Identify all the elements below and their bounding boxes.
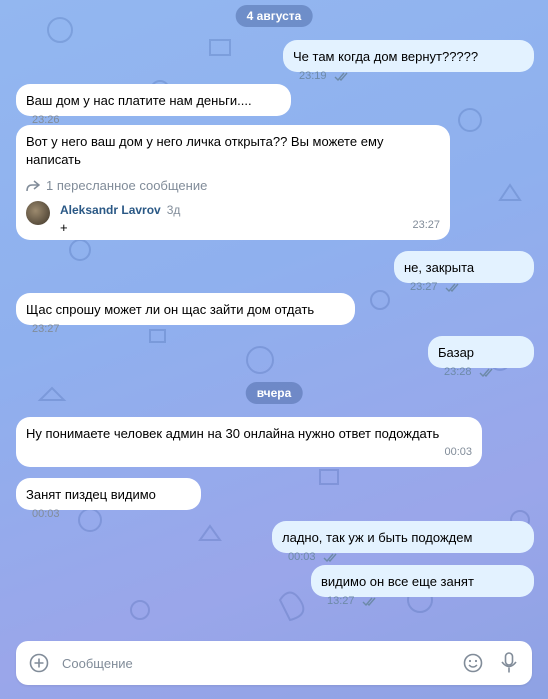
message-input[interactable] xyxy=(60,654,462,672)
message-text: Че там когда дом вернут????? xyxy=(293,49,479,64)
microphone-icon xyxy=(501,652,517,673)
forwarded-author[interactable]: Aleksandr Lavrov xyxy=(60,203,161,217)
forwarded-header[interactable]: 1 пересланное сообщение xyxy=(26,177,440,195)
message-time: 13:27 xyxy=(327,592,376,610)
forwarded-count: 1 пересланное сообщение xyxy=(46,178,208,193)
emoji-button[interactable] xyxy=(462,652,484,674)
forwarded-age: 3д xyxy=(166,203,181,217)
attach-button[interactable] xyxy=(28,652,50,674)
message-outgoing[interactable]: Че там когда дом вернут????? 23:19 xyxy=(283,40,534,82)
message-time: 23:19 xyxy=(299,67,348,85)
message-text: Базар xyxy=(438,345,475,360)
plus-circle-icon xyxy=(29,653,49,673)
message-time: 00:03 xyxy=(32,508,60,520)
double-check-icon xyxy=(323,553,337,562)
message-text: Ну понимаете человек админ на 30 онлайна… xyxy=(26,426,440,441)
message-time: 23:27 xyxy=(412,219,440,231)
message-outgoing[interactable]: видимо он все еще занят 13:27 xyxy=(311,565,534,607)
message-time: 00:03 xyxy=(444,446,472,458)
forwarded-message[interactable]: Aleksandr Lavrov 3д + xyxy=(26,201,440,237)
message-time: 00:03 xyxy=(288,548,337,566)
message-time: 23:27 xyxy=(410,278,459,296)
message-text: ладно, так уж и быть подождем xyxy=(282,530,473,545)
double-check-icon xyxy=(334,72,348,81)
message-text: видимо он все еще занят xyxy=(321,574,474,589)
message-text: не, закрыта xyxy=(404,260,475,275)
message-time: 23:28 xyxy=(444,363,493,381)
date-separator: вчера xyxy=(245,382,303,404)
message-outgoing[interactable]: ладно, так уж и быть подождем 00:03 xyxy=(272,521,534,563)
message-incoming[interactable]: Занят пиздец видимо 00:03 xyxy=(16,478,201,520)
avatar[interactable] xyxy=(26,201,50,225)
message-incoming[interactable]: Ну понимаете человек админ на 30 онлайна… xyxy=(16,417,482,467)
message-text: Вот у него ваш дом у него личка открыта?… xyxy=(26,134,384,167)
double-check-icon xyxy=(362,597,376,606)
message-incoming[interactable]: Ваш дом у нас платите нам деньги.... 23:… xyxy=(16,84,291,126)
message-time: 23:27 xyxy=(32,323,60,335)
double-check-icon xyxy=(445,283,459,292)
forwarded-text: + xyxy=(60,220,68,235)
message-outgoing[interactable]: не, закрыта 23:27 xyxy=(394,251,534,293)
voice-button[interactable] xyxy=(498,652,520,674)
double-check-icon xyxy=(479,368,493,377)
message-outgoing[interactable]: Базар 23:28 xyxy=(428,336,534,378)
message-text: Занят пиздец видимо xyxy=(26,487,156,502)
message-text: Щас спрошу может ли он щас зайти дом отд… xyxy=(26,302,315,317)
message-composer xyxy=(16,641,532,685)
message-incoming[interactable]: Вот у него ваш дом у него личка открыта?… xyxy=(16,125,450,240)
smile-icon xyxy=(463,653,483,673)
message-incoming[interactable]: Щас спрошу может ли он щас зайти дом отд… xyxy=(16,293,355,335)
message-text: Ваш дом у нас платите нам деньги.... xyxy=(26,93,252,108)
forward-arrow-icon xyxy=(26,180,40,192)
date-separator: 4 августа xyxy=(235,5,313,27)
